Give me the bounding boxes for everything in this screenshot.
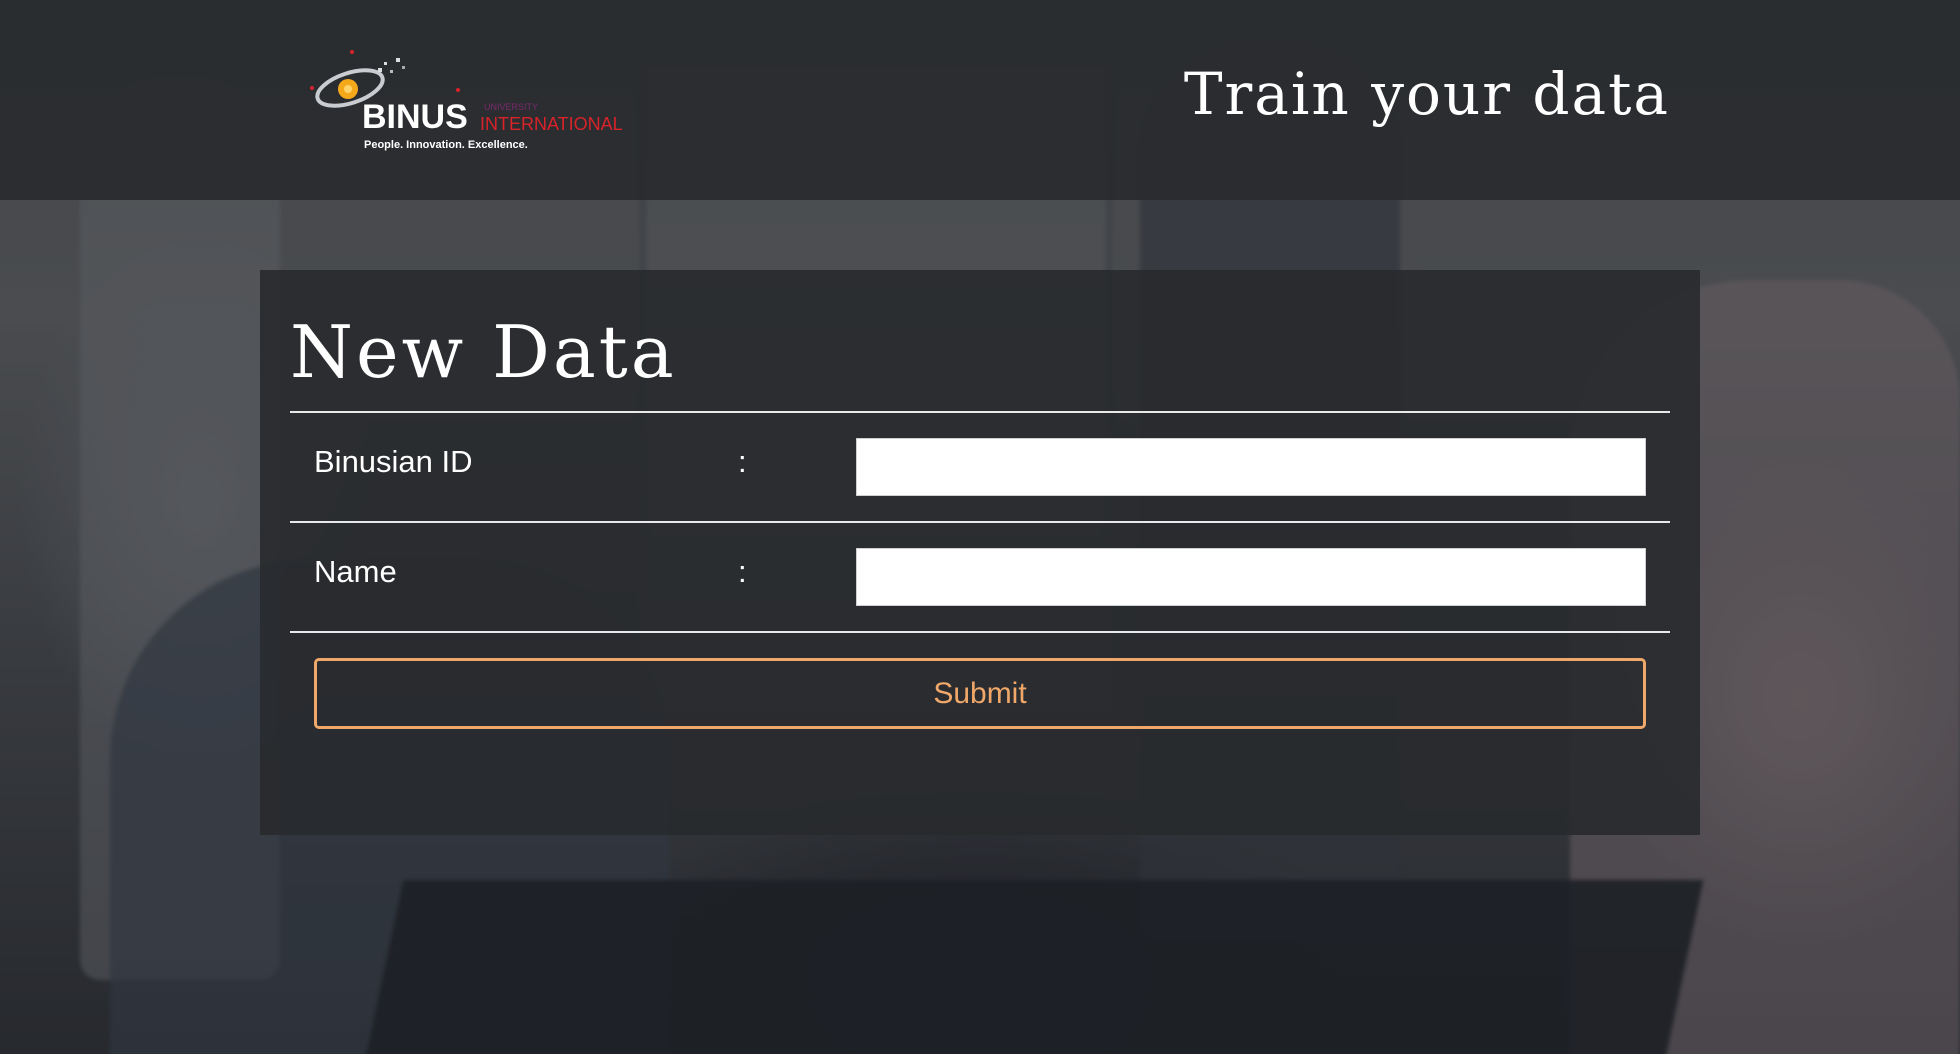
svg-text:People. Innovation. Excellence: People. Innovation. Excellence. [364,139,528,151]
divider [290,521,1670,523]
name-separator: : [738,554,747,589]
binus-logo-icon: BINUS UNIVERSITY INTERNATIONAL People. I… [310,50,623,151]
svg-text:INTERNATIONAL: INTERNATIONAL [480,114,623,134]
divider [290,411,1670,413]
svg-text:UNIVERSITY: UNIVERSITY [484,102,538,112]
binusian-id-input[interactable] [856,438,1646,496]
svg-text:BINUS: BINUS [362,98,468,136]
submit-button[interactable]: Submit [314,658,1646,729]
new-data-form: New Data Binusian ID : Name : Submit [260,270,1700,835]
header-bar: BINUS UNIVERSITY INTERNATIONAL People. I… [0,0,1960,200]
header-title: Train your data [1183,60,1670,128]
name-input[interactable] [856,548,1646,606]
binusian-id-separator: : [738,444,747,479]
form-title: New Data [290,310,677,394]
name-label: Name [314,554,397,589]
divider [290,631,1670,633]
binusian-id-label: Binusian ID [314,444,473,479]
binus-logo[interactable]: BINUS UNIVERSITY INTERNATIONAL People. I… [308,50,628,160]
